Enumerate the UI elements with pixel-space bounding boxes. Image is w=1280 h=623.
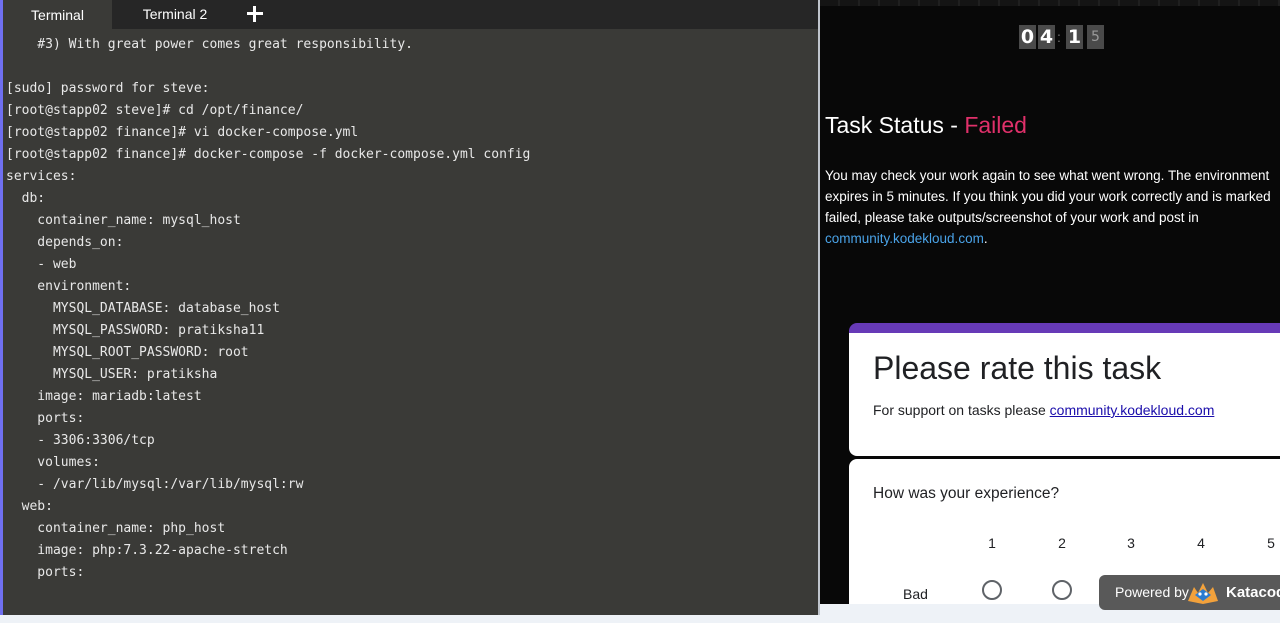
task-panel: 0 4 : 1 5 Task Status - Failed You may c… [820,0,1280,604]
rating-radio-2[interactable] [1052,580,1072,600]
rating-title: Please rate this task [873,350,1162,386]
terminal-line: container_name: php_host [6,521,226,536]
task-status-label: Task Status - [825,112,965,138]
terminal-line: ports: [6,565,85,580]
powered-by-text: Powered by [1115,584,1189,600]
community-link[interactable]: community.kodekloud.com [825,231,984,246]
terminal-line: - 3306:3306/tcp [6,433,155,448]
terminal-line: #3) With great power comes great respons… [6,37,413,52]
add-tab-icon[interactable] [244,3,266,25]
scale-label: 5 [1267,535,1275,551]
timer-digit: 5 [1087,25,1104,49]
scale-label: 3 [1127,535,1135,551]
terminal-line: - web [6,257,77,272]
terminal-line: [root@stapp02 steve]# cd /opt/finance/ [6,103,304,118]
terminal-line: db: [6,191,46,206]
terminal-line: MYSQL_DATABASE: database_host [6,301,280,316]
terminal-line: ports: [6,411,85,426]
terminal-line: [sudo] password for steve: [6,81,210,96]
scale-low-label: Bad [903,586,928,602]
terminal-line: container_name: mysql_host [6,213,241,228]
tab-terminal-2[interactable]: Terminal 2 [114,0,236,29]
terminal-line: MYSQL_USER: pratiksha [6,367,218,382]
tab-terminal[interactable]: Terminal [3,0,112,29]
task-status-heading: Task Status - Failed [825,112,1027,139]
support-link[interactable]: community.kodekloud.com [1050,402,1215,418]
terminal-line: image: php:7.3.22-apache-stretch [6,543,288,558]
status-message-text: You may check your work again to see wha… [825,168,1271,225]
terminal-line: MYSQL_ROOT_PASSWORD: root [6,345,249,360]
terminal-line: environment: [6,279,132,294]
terminal-tab-bar: Terminal Terminal 2 [3,0,818,29]
terminal-line: [root@stapp02 finance]# vi docker-compos… [6,125,359,140]
timer-digit: 4 [1038,25,1055,49]
bottom-strip [0,615,1280,623]
terminal-line: - /var/lib/mysql:/var/lib/mysql:rw [6,477,304,492]
terminal-line: depends_on: [6,235,124,250]
terminal-line: volumes: [6,455,100,470]
powered-by-brand: Katacoda [1226,584,1280,601]
panel-edge [0,0,3,615]
terminal-line: MYSQL_PASSWORD: pratiksha11 [6,323,265,338]
task-status-value: Failed [964,112,1027,138]
terminal-line: web: [6,499,53,514]
scale-label: 2 [1058,535,1066,551]
status-message-end: . [983,231,988,246]
timer-digit: 0 [1019,25,1036,49]
rating-support-text: For support on tasks please community.ko… [873,402,1214,418]
katacoda-logo-icon [1188,583,1218,604]
terminal-line: [root@stapp02 finance]# docker-compose -… [6,147,531,162]
task-status-message: You may check your work again to see wha… [825,165,1280,249]
terminal-output[interactable]: #3) With great power comes great respons… [6,34,814,614]
timer-separator: : [1057,29,1061,45]
scale-label: 4 [1197,535,1205,551]
powered-by-badge[interactable]: Powered by Katacoda [1099,575,1280,610]
scale-label: 1 [988,535,996,551]
terminal-line: image: mariadb:latest [6,389,202,404]
top-strip [820,0,1280,6]
terminal-panel: Terminal Terminal 2 #3) With great power… [0,0,818,615]
timer-digit: 1 [1066,25,1083,49]
rating-header-card: Please rate this task For support on tas… [849,323,1280,456]
rating-radio-1[interactable] [982,580,1002,600]
terminal-line: services: [6,169,77,184]
support-text: For support on tasks please [873,402,1050,418]
question-title: How was your experience? [873,485,1060,502]
